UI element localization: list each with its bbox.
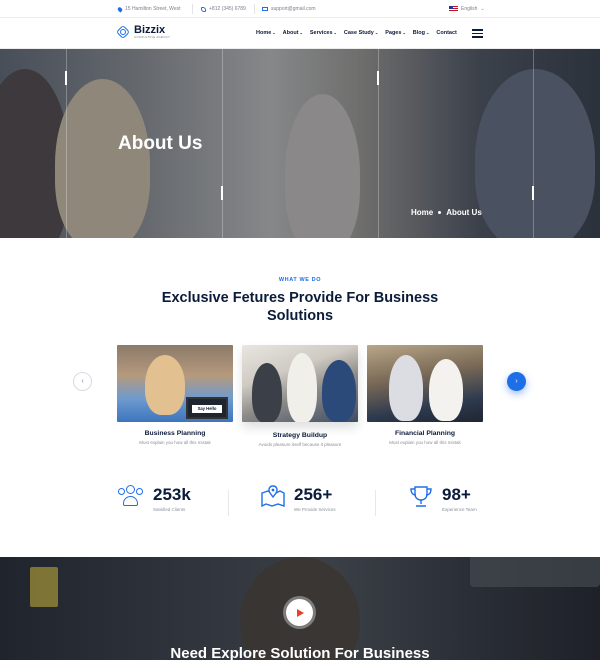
card-text: Must explain you how all this mistak xyxy=(139,440,211,445)
stat-value: 98+ xyxy=(442,485,471,504)
carousel-next-button[interactable]: › xyxy=(507,372,526,391)
sticky-notes-decor xyxy=(30,567,58,607)
chevron-down-icon: ⌄ xyxy=(480,6,485,12)
phone-text[interactable]: +812 (345) 6789 xyxy=(209,6,246,12)
chevron-down-icon: ⌄ xyxy=(333,30,337,35)
menu-icon[interactable] xyxy=(472,29,483,38)
card-photo-person xyxy=(322,360,356,422)
phone-icon xyxy=(201,6,206,12)
brand-logo[interactable]: Bizzix CONSULTING AGENCY xyxy=(115,24,171,40)
card-image: Say Hello xyxy=(117,345,233,422)
chevron-down-icon: ⌄ xyxy=(299,30,303,35)
phone-item[interactable]: +812 (345) 6789 xyxy=(201,6,246,12)
background-sign xyxy=(470,557,600,587)
breadcrumb: Home About Us xyxy=(411,208,482,217)
email-item[interactable]: support@gmail.com xyxy=(262,6,316,12)
section-title: Exclusive Fetures Provide For Business S… xyxy=(161,290,439,324)
stat-clients: 253k Satisfied Clients xyxy=(117,485,191,512)
chevron-down-icon: ⌄ xyxy=(426,30,430,35)
nav-item-case-study[interactable]: Case Study⌄ xyxy=(344,30,378,36)
say-hello-sign: Say Hello xyxy=(186,397,228,419)
stat-value: 256+ xyxy=(294,485,333,504)
play-video-button[interactable] xyxy=(286,599,313,626)
language-label[interactable]: English xyxy=(461,6,477,12)
chevron-down-icon: ⌄ xyxy=(402,30,406,35)
nav-item-about[interactable]: About⌄ xyxy=(283,30,303,36)
feature-card[interactable]: Financial Planning Must explain you how … xyxy=(367,345,483,445)
card-photo-person xyxy=(389,355,423,421)
stat-value: 253k xyxy=(153,485,191,504)
divider xyxy=(192,4,193,14)
stat-label: Satisfied Clients xyxy=(153,507,186,512)
chevron-down-icon: ⌄ xyxy=(374,30,379,35)
nav-item-pages[interactable]: Pages⌄ xyxy=(385,30,406,36)
stat-services: 256+ We Provide Services xyxy=(260,485,336,512)
video-cta-section: Need Explore Solution For Business xyxy=(0,557,600,660)
users-icon xyxy=(117,485,145,507)
grid-marker xyxy=(221,186,223,200)
card-image xyxy=(242,345,358,422)
feature-card[interactable]: Strategy Buildup Avoids pleasure itself … xyxy=(242,345,358,447)
map-icon xyxy=(261,485,285,507)
chevron-left-icon: ‹ xyxy=(81,378,84,385)
us-flag-icon xyxy=(449,6,458,12)
card-photo-person xyxy=(145,355,185,415)
cta-title: Need Explore Solution For Business xyxy=(170,645,430,660)
nav-item-blog[interactable]: Blog⌄ xyxy=(413,30,430,36)
nav-item-services[interactable]: Services⌄ xyxy=(310,30,337,36)
brand-tagline: CONSULTING AGENCY xyxy=(134,35,171,39)
logo-icon xyxy=(115,24,131,40)
carousel-prev-button[interactable]: ‹ xyxy=(73,372,92,391)
card-photo-person xyxy=(287,353,317,422)
top-info-bar: 15 Hamilton Street, West +812 (345) 6789… xyxy=(0,0,600,18)
divider xyxy=(228,490,229,516)
address-text: 15 Hamilton Street, West xyxy=(125,6,181,12)
say-hello-text: Say Hello xyxy=(192,405,222,413)
stat-label: Experience Team xyxy=(442,507,477,512)
section-eyebrow: WHAT WE DO xyxy=(278,277,322,283)
card-title[interactable]: Financial Planning xyxy=(367,430,483,437)
main-header: Bizzix CONSULTING AGENCY Home⌄ About⌄ Se… xyxy=(0,18,600,49)
chevron-right-icon: › xyxy=(515,378,518,385)
breadcrumb-separator xyxy=(438,211,442,214)
hero-overlay xyxy=(0,49,600,238)
breadcrumb-current: About Us xyxy=(446,208,482,217)
grid-marker xyxy=(532,186,534,200)
language-selector[interactable]: English ⌄ xyxy=(449,6,485,12)
address-item: 15 Hamilton Street, West xyxy=(116,5,181,13)
stat-label: We Provide Services xyxy=(294,507,336,512)
card-title[interactable]: Business Planning xyxy=(117,430,233,437)
stat-team: 98+ Experience Team xyxy=(408,485,477,512)
grid-marker xyxy=(65,71,67,85)
card-text: Must explain you how all this mistak xyxy=(389,440,461,445)
grid-line xyxy=(222,49,223,238)
card-photo-person xyxy=(429,359,463,421)
brand-name: Bizzix xyxy=(134,24,166,36)
grid-line xyxy=(533,49,534,238)
email-text[interactable]: support@gmail.com xyxy=(271,6,316,12)
breadcrumb-home[interactable]: Home xyxy=(411,208,433,217)
nav-item-home[interactable]: Home⌄ xyxy=(256,30,276,36)
card-title[interactable]: Strategy Buildup xyxy=(242,432,358,439)
chevron-down-icon: ⌄ xyxy=(272,30,276,35)
divider xyxy=(375,490,376,516)
card-image xyxy=(367,345,483,422)
play-icon xyxy=(297,608,304,617)
main-nav: Home⌄ About⌄ Services⌄ Case Study⌄ Pages… xyxy=(256,30,464,36)
location-pin-icon xyxy=(116,5,124,13)
trophy-icon xyxy=(410,486,432,507)
card-text: Avoids pleasure itself because it pleasu… xyxy=(258,442,342,447)
page-hero: About Us Home About Us xyxy=(0,49,600,238)
nav-item-contact[interactable]: Contact xyxy=(436,30,456,36)
mail-icon xyxy=(262,7,268,11)
card-photo-person xyxy=(252,363,282,422)
divider xyxy=(254,4,255,14)
grid-marker xyxy=(377,71,379,85)
page-title: About Us xyxy=(118,133,203,154)
feature-card[interactable]: Say Hello Business Planning Must explain… xyxy=(117,345,233,445)
